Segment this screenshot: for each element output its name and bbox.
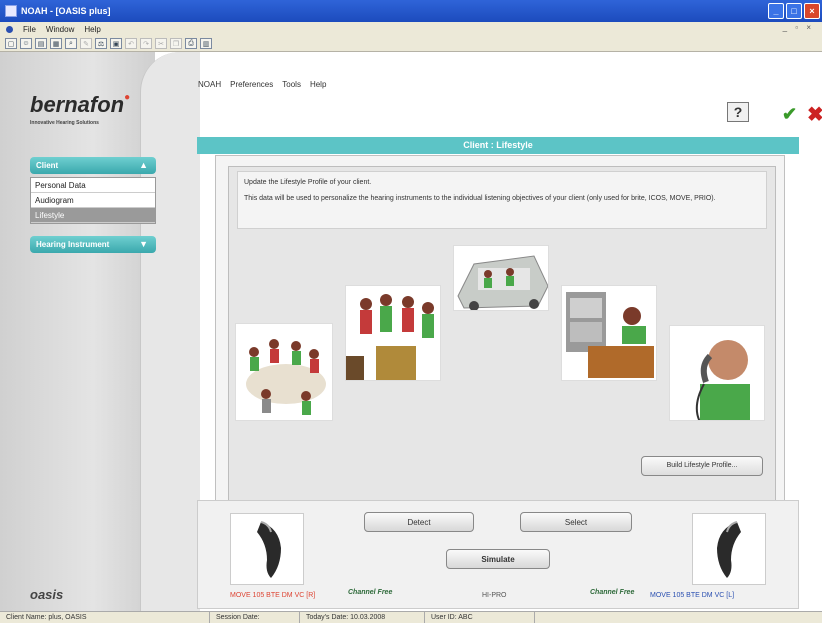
nav-client-list: Personal Data Audiogram Lifestyle (30, 177, 156, 224)
close-icon[interactable]: × (804, 3, 820, 19)
scene-car-image (453, 245, 549, 311)
status-session: Session Date: (210, 612, 300, 623)
outer-menu-bar: File Window Help _ ▫ × (0, 22, 822, 36)
logo-text: bernafon (30, 92, 125, 117)
tagline: Innovative Hearing Solutions (30, 120, 99, 126)
device-area: Detect Select Simulate MOVE 105 BTE DM V… (197, 500, 799, 609)
scene-party-image (345, 285, 441, 381)
print-icon[interactable]: ⎙ (185, 38, 197, 49)
lifestyle-inner: Update the Lifestyle Profile of your cli… (228, 166, 776, 526)
nav-item-audiogram[interactable]: Audiogram (31, 193, 155, 208)
bernafon-logo: bernafon● (30, 92, 131, 117)
maximize-icon[interactable]: □ (786, 3, 802, 19)
left-brand-logo: Channel Free (348, 589, 393, 596)
right-brand-logo: Channel Free (590, 589, 635, 596)
app-menu-preferences[interactable]: Preferences (230, 80, 273, 89)
chevron-up-icon: ▲ (139, 160, 148, 170)
app-body: bernafon● Innovative Hearing Solutions N… (0, 52, 822, 611)
menu-file[interactable]: File (23, 25, 36, 34)
interface-label: HI-PRO (482, 592, 507, 599)
audiogram-icon[interactable]: ▤ (35, 38, 47, 49)
left-pane (0, 52, 155, 611)
window-title: NOAH - [OASIS plus] (21, 6, 111, 16)
nav-instruments-header[interactable]: Hearing Instrument ▼ (30, 236, 156, 253)
select-button[interactable]: Select (520, 512, 632, 532)
edit-icon[interactable]: ✎ (80, 38, 92, 49)
nav-instruments-label: Hearing Instrument (36, 240, 110, 249)
oasis-logo: oasis (30, 587, 64, 602)
new-icon[interactable]: ▢ (5, 38, 17, 49)
app-menu-help[interactable]: Help (310, 80, 326, 89)
nav-item-lifestyle[interactable]: Lifestyle (31, 208, 155, 223)
minimize-icon[interactable]: _ (768, 3, 784, 19)
right-device-side: [L] (726, 592, 735, 599)
right-device-name: MOVE 105 BTE DM VC (650, 592, 725, 599)
status-bar: Client Name: plus, OASIS Session Date: T… (0, 611, 822, 623)
status-user: User ID: ABC (425, 612, 535, 623)
detect-button[interactable]: Detect (364, 512, 474, 532)
main-toolbar: ▢ ☺ ▤ ▦ ⌕ ✎ ⚖ ▣ ↶ ↷ ✂ ❐ ⎙ ▥ (0, 36, 822, 52)
scene-office-image (561, 285, 657, 381)
left-device-side: [R] (306, 592, 316, 599)
right-device-image (692, 513, 766, 585)
menu-window[interactable]: Window (46, 25, 74, 34)
intro-text: Update the Lifestyle Profile of your cli… (244, 179, 372, 186)
ok-check-icon[interactable]: ✔ (782, 104, 797, 125)
document-icon (6, 25, 13, 33)
redo-icon[interactable]: ↷ (140, 38, 152, 49)
status-client: Client Name: plus, OASIS (0, 612, 210, 623)
panel-title: Client : Lifestyle (197, 137, 799, 154)
left-device-name: MOVE 105 BTE DM VC (230, 592, 305, 599)
status-today: Today's Date: 10.03.2008 (300, 612, 425, 623)
report-icon[interactable]: ▥ (200, 38, 212, 49)
cut-icon[interactable]: ✂ (155, 38, 167, 49)
scene-telephone-image (669, 325, 765, 421)
title-bar: NOAH - [OASIS plus] _ □ × (0, 0, 822, 22)
undo-icon[interactable]: ↶ (125, 38, 137, 49)
app-menu-noah[interactable]: NOAH (198, 80, 221, 89)
description-text: This data will be used to personalize th… (244, 195, 716, 202)
help-button[interactable]: ? (727, 102, 749, 122)
instruction-text: Update the Lifestyle Profile of your cli… (237, 171, 767, 229)
app-menu-bar: NOAH Preferences Tools Help (198, 80, 326, 89)
window-controls: _ □ × (768, 3, 820, 19)
app-icon (5, 5, 17, 17)
nav-client-header[interactable]: Client ▲ (30, 157, 156, 174)
menu-help[interactable]: Help (84, 25, 100, 34)
app-menu-tools[interactable]: Tools (282, 80, 301, 89)
nav-item-personal-data[interactable]: Personal Data (31, 178, 155, 193)
mdi-controls-icon[interactable]: _ ▫ × (783, 23, 814, 32)
scene-group-meeting-image (235, 323, 333, 421)
nav-client-label: Client (36, 161, 59, 170)
right-device-label: MOVE 105 BTE DM VC [L] (650, 592, 734, 599)
left-device-image (230, 513, 304, 585)
left-device-label: MOVE 105 BTE DM VC [R] (230, 592, 315, 599)
lifestyle-panel: Update the Lifestyle Profile of your cli… (215, 155, 785, 537)
build-lifestyle-profile-button[interactable]: Build Lifestyle Profile... (641, 456, 763, 476)
search-icon[interactable]: ⌕ (65, 38, 77, 49)
print-preview-icon[interactable]: ▣ (110, 38, 122, 49)
chevron-down-icon: ▼ (139, 239, 148, 249)
left-pane-curve (140, 52, 200, 611)
simulate-button[interactable]: Simulate (446, 549, 550, 569)
copy-icon[interactable]: ❐ (170, 38, 182, 49)
client-icon[interactable]: ☺ (20, 38, 32, 49)
measure-icon[interactable]: ⚖ (95, 38, 107, 49)
cancel-x-icon[interactable]: ✖ (807, 102, 822, 127)
session-icon[interactable]: ▦ (50, 38, 62, 49)
